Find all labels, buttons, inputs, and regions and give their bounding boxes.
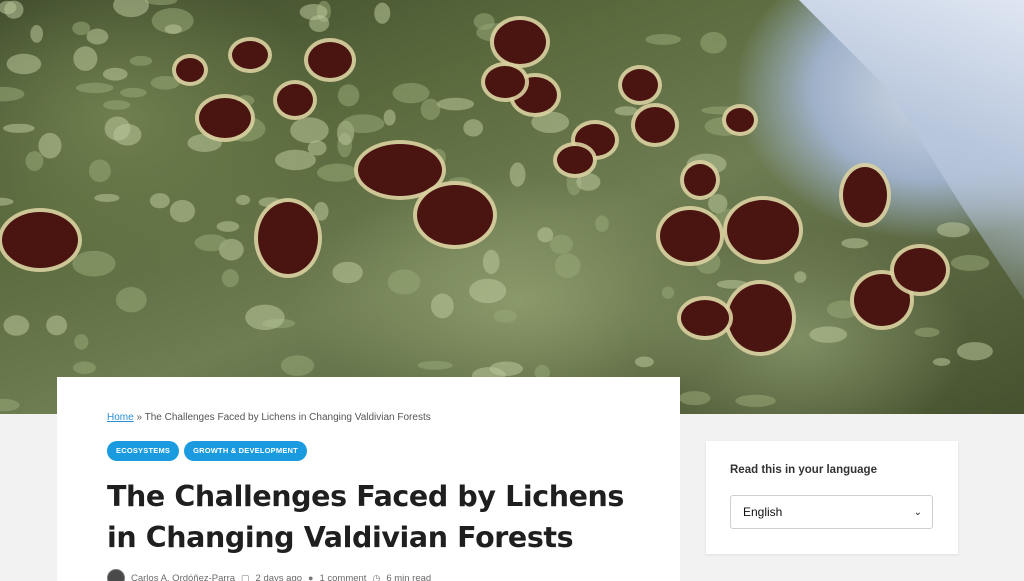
post-date: 2 days ago <box>255 572 303 581</box>
tag-growth-development[interactable]: GROWTH & DEVELOPMENT <box>184 441 307 461</box>
tag-ecosystems[interactable]: ECOSYSTEMS <box>107 441 180 461</box>
comment-count[interactable]: 1 comment <box>319 573 366 581</box>
author-avatar[interactable] <box>107 569 125 581</box>
calendar-icon: ▢ <box>241 572 250 581</box>
breadcrumb: Home » The Challenges Faced by Lichens i… <box>107 412 431 423</box>
article-title: The Challenges Faced by Lichens in Chang… <box>107 480 624 554</box>
clock-icon: ◷ <box>372 572 381 581</box>
language-select-value: English <box>743 505 783 519</box>
language-widget-title: Read this in your language <box>730 464 877 476</box>
language-widget: Read this in your language English ⌄ <box>706 441 958 554</box>
breadcrumb-separator: » <box>136 412 143 423</box>
breadcrumb-current: The Challenges Faced by Lichens in Chang… <box>144 412 431 423</box>
comment-icon: ● <box>308 573 314 581</box>
tag-list: ECOSYSTEMS GROWTH & DEVELOPMENT <box>107 441 307 461</box>
lichen-illustration <box>0 0 993 414</box>
read-time: 6 min read <box>386 572 432 581</box>
language-select[interactable]: English ⌄ <box>730 495 933 529</box>
breadcrumb-home-link[interactable]: Home <box>107 412 134 423</box>
hero-image <box>0 0 1024 414</box>
article-meta: Carlos A. Ordóñez-Parra ▢ 2 days ago ● 1… <box>107 569 431 581</box>
author-name[interactable]: Carlos A. Ordóñez-Parra <box>131 573 235 581</box>
chevron-down-icon: ⌄ <box>913 506 922 518</box>
article-card: Home » The Challenges Faced by Lichens i… <box>57 377 680 581</box>
